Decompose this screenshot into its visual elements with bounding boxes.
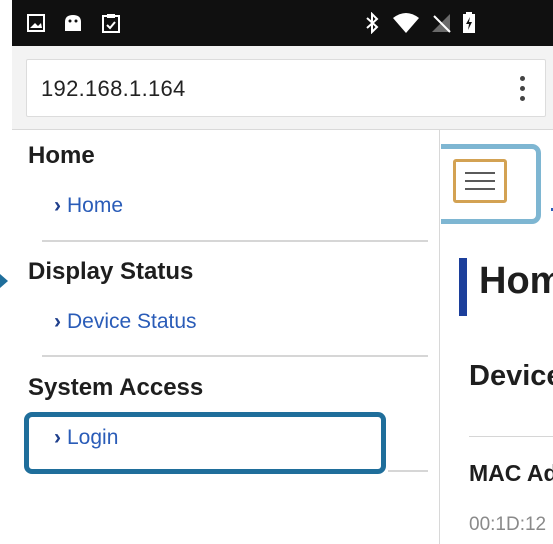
pointer-arrow-icon — [0, 274, 8, 288]
kebab-menu-icon[interactable] — [517, 76, 527, 104]
phone-screen: 192.168.1.164 Home › Home Display Status … — [12, 0, 553, 544]
login-highlight-frame — [24, 412, 386, 474]
divider — [388, 470, 428, 472]
sidebar-link-device-status[interactable]: › Device Status — [54, 310, 197, 334]
battery-icon — [463, 12, 475, 33]
chevron-right-icon: › — [54, 310, 61, 333]
main-content: Hom Device MAC Ad 00:1D:12 — [441, 130, 553, 544]
menu-button-highlight-frame — [441, 144, 541, 224]
divider — [42, 240, 428, 242]
clipboard-icon — [102, 14, 120, 33]
browser-toolbar: 192.168.1.164 — [12, 46, 553, 130]
section-title-home: Home — [28, 142, 95, 169]
mac-address-label: MAC Ad — [469, 460, 553, 486]
hamburger-icon — [465, 172, 495, 174]
sidebar-link-label: Home — [67, 194, 124, 217]
image-icon — [27, 14, 45, 32]
url-text[interactable]: 192.168.1.164 — [41, 76, 186, 102]
hamburger-menu-button[interactable] — [453, 159, 507, 203]
bluetooth-icon — [366, 12, 379, 34]
signal-icon — [432, 14, 451, 33]
address-bar[interactable]: 192.168.1.164 — [26, 59, 546, 117]
section-heading: Device — [469, 360, 553, 392]
sidebar-link-home[interactable]: › Home — [54, 194, 123, 218]
section-title-system-access: System Access — [28, 374, 204, 401]
divider — [469, 436, 553, 437]
divider — [42, 355, 428, 357]
status-bar — [12, 0, 553, 46]
wifi-icon — [393, 13, 419, 33]
heading-accent-bar — [459, 258, 467, 316]
sidebar-link-label: Device Status — [67, 310, 197, 333]
section-title-display-status: Display Status — [28, 258, 194, 285]
side-navigation-menu: Home › Home Display Status › Device Status… — [12, 130, 440, 544]
page-title: Hom — [479, 260, 553, 302]
android-icon — [65, 15, 81, 31]
chevron-right-icon: › — [54, 194, 61, 217]
mac-address-value: 00:1D:12 — [469, 514, 547, 535]
